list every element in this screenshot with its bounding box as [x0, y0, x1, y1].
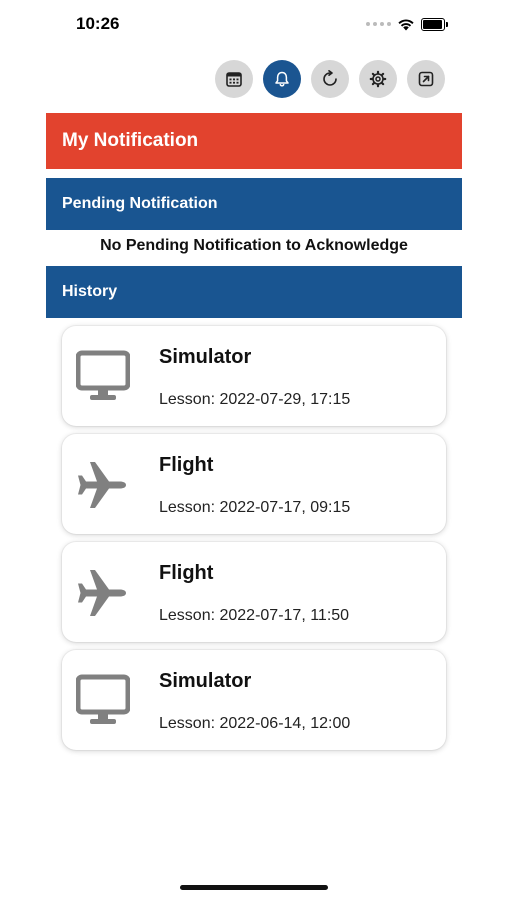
- status-icons: [366, 14, 448, 34]
- refresh-icon: [323, 70, 337, 86]
- card-lesson-time: Lesson: 2022-07-17, 09:15: [159, 499, 351, 516]
- pending-empty-message: No Pending Notification to Acknowledge: [100, 237, 408, 254]
- airplane-icon: [76, 566, 130, 620]
- wifi-icon: [398, 19, 414, 31]
- notifications-button[interactable]: [263, 60, 301, 98]
- bell-icon: [275, 71, 289, 87]
- gear-icon: [369, 70, 387, 88]
- home-indicator[interactable]: [180, 885, 328, 890]
- status-bar: 10:26: [0, 0, 507, 46]
- battery-icon: [421, 17, 448, 31]
- page-title: My Notification: [46, 113, 462, 169]
- card-lesson-time: Lesson: 2022-07-29, 17:15: [159, 391, 351, 408]
- toolbar: [215, 60, 445, 98]
- history-section-header: History: [46, 266, 462, 318]
- history-list: Simulator Lesson: 2022-07-29, 17:15 Flig…: [62, 326, 446, 758]
- cellular-signal-icon: [366, 22, 391, 26]
- refresh-button[interactable]: [311, 60, 349, 98]
- history-card[interactable]: Simulator Lesson: 2022-06-14, 12:00: [62, 650, 446, 750]
- card-title: Simulator: [159, 346, 252, 368]
- monitor-icon: [75, 674, 131, 728]
- settings-button[interactable]: [359, 60, 397, 98]
- monitor-icon: [75, 350, 131, 404]
- calendar-icon: [226, 72, 242, 87]
- card-lesson-time: Lesson: 2022-06-14, 12:00: [159, 715, 351, 732]
- open-external-button[interactable]: [407, 60, 445, 98]
- card-title: Flight: [159, 562, 214, 584]
- status-time: 10:26: [76, 14, 120, 33]
- external-link-icon: [418, 71, 434, 87]
- card-lesson-time: Lesson: 2022-07-17, 11:50: [159, 607, 350, 624]
- history-card[interactable]: Simulator Lesson: 2022-07-29, 17:15: [62, 326, 446, 426]
- calendar-button[interactable]: [215, 60, 253, 98]
- airplane-icon: [76, 458, 130, 512]
- pending-section-header: Pending Notification: [46, 178, 462, 230]
- card-title: Simulator: [159, 670, 252, 692]
- history-card[interactable]: Flight Lesson: 2022-07-17, 11:50: [62, 542, 446, 642]
- card-title: Flight: [159, 454, 214, 476]
- history-card[interactable]: Flight Lesson: 2022-07-17, 09:15: [62, 434, 446, 534]
